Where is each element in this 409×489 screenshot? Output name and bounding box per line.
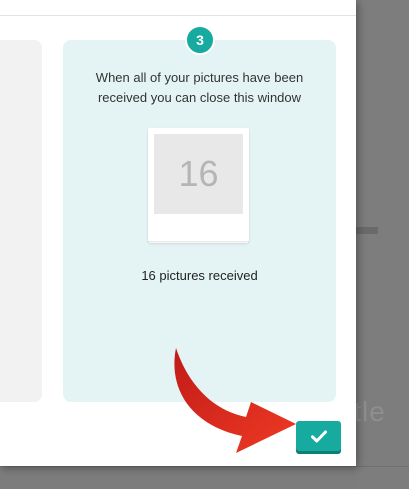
background-divider	[356, 227, 378, 234]
photo-count-polaroid: 16	[148, 128, 249, 241]
step-instruction-line-2: received you can close this window	[97, 90, 302, 105]
background-bottom-line	[0, 466, 409, 467]
step-instruction-line-1: When all of your pictures have been	[95, 70, 304, 85]
confirm-button[interactable]	[296, 421, 341, 451]
modal-header-divider	[0, 15, 356, 16]
photo-count: 16	[178, 153, 219, 194]
step-number-badge: 3	[185, 25, 215, 55]
check-icon	[310, 430, 327, 442]
previous-step-panel	[0, 40, 42, 402]
received-status: 16 pictures received	[141, 268, 258, 283]
polaroid-photo-area: 16	[154, 134, 243, 214]
upload-modal: 3 When all of your pictures have been re…	[0, 0, 356, 466]
step-instruction: When all of your pictures have been rece…	[63, 68, 336, 108]
